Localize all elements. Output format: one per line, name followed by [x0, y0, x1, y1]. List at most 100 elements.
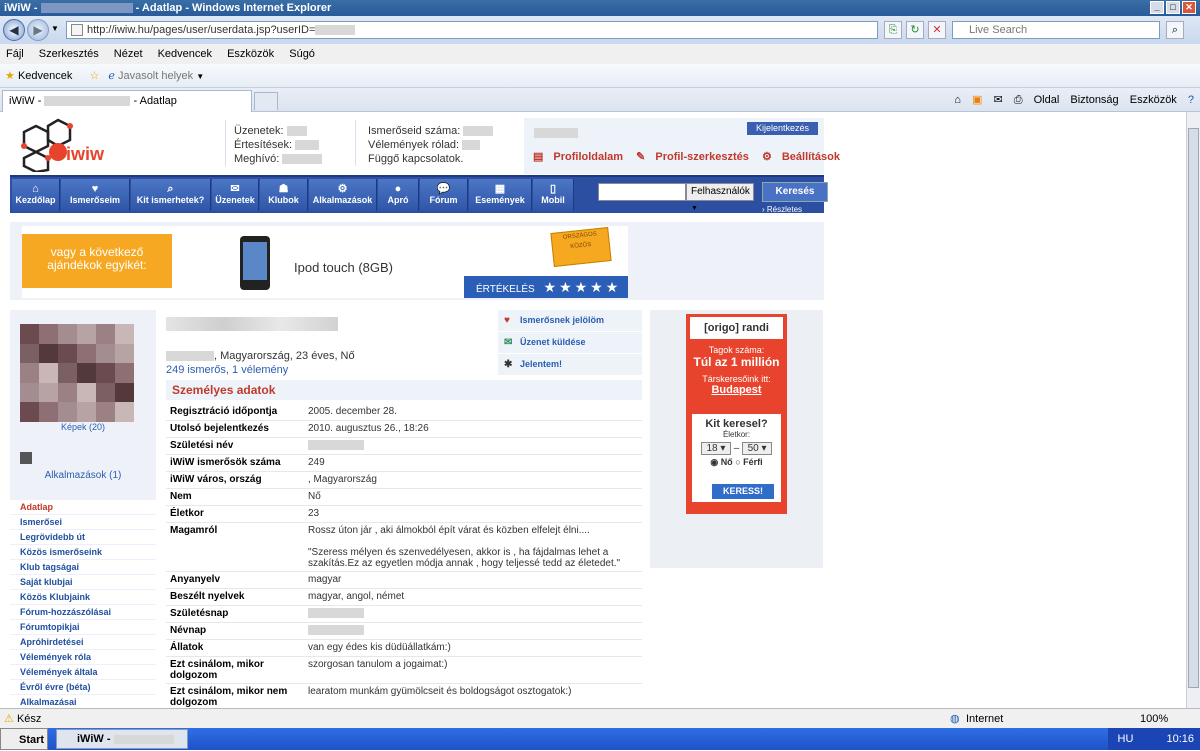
- search-input[interactable]: Live Search: [952, 21, 1160, 39]
- side-menu-item[interactable]: Évről évre (béta): [10, 680, 156, 695]
- side-menu-item[interactable]: Legrövidebb út: [10, 530, 156, 545]
- history-dropdown-icon[interactable]: ▼: [51, 24, 59, 33]
- side-menu-item[interactable]: Fórumtopikjai: [10, 620, 156, 635]
- side-menu-item[interactable]: Saját klubjai: [10, 575, 156, 590]
- side-menu-item[interactable]: Vélemények általa: [10, 665, 156, 680]
- minimize-button[interactable]: _: [1150, 1, 1164, 14]
- tab-adatlap[interactable]: iWiW - - Adatlap: [2, 90, 252, 112]
- nav-apps[interactable]: ⚙ Alkalmazások: [309, 179, 377, 211]
- pending-link[interactable]: Függő kapcsolatok.: [368, 153, 463, 165]
- menu-help[interactable]: Súgó: [289, 48, 315, 60]
- nav-forum[interactable]: 💬 Fórum: [420, 179, 468, 211]
- zoom-level[interactable]: 100%: [1140, 709, 1168, 729]
- security-menu[interactable]: Biztonság: [1070, 94, 1118, 106]
- suggested-sites-button[interactable]: Javasolt helyek: [118, 70, 193, 82]
- nav-home[interactable]: ⌂ Kezdőlap: [12, 179, 60, 211]
- home-icon[interactable]: ⌂: [954, 94, 961, 106]
- nav-classifieds[interactable]: ● Apró: [378, 179, 419, 211]
- ad-age-to-select[interactable]: 50 ▾: [742, 442, 773, 455]
- nav-search-button[interactable]: Keresés: [762, 182, 828, 202]
- menu-favorites[interactable]: Kedvencek: [158, 48, 212, 60]
- page-menu[interactable]: Oldal: [1034, 94, 1060, 106]
- profile-stats-link[interactable]: 249 ismerős, 1 vélemény: [166, 364, 288, 376]
- side-menu-item[interactable]: Ismerősei: [10, 515, 156, 530]
- ad-male-radio[interactable]: ○: [735, 457, 740, 467]
- new-tab-button[interactable]: [254, 92, 278, 110]
- advanced-search-link[interactable]: › Részletes keresés: [762, 205, 824, 223]
- data-row-value: magyar: [308, 574, 342, 585]
- taskbar-item-iwiw[interactable]: iWiW -: [56, 729, 188, 749]
- side-menu-item[interactable]: Adatlap: [10, 500, 156, 515]
- side-menu-item[interactable]: Fórum-hozzászólásai: [10, 605, 156, 620]
- add-friend-button[interactable]: ♥ Ismerősnek jelölöm: [498, 310, 642, 331]
- iwiw-logo[interactable]: iwiw: [14, 118, 114, 172]
- ad-female-radio[interactable]: ◉: [710, 457, 718, 467]
- side-menu-item[interactable]: Klub tagságai: [10, 560, 156, 575]
- side-menu-item[interactable]: Közös ismerőseink: [10, 545, 156, 560]
- avatar-pixel: [115, 343, 134, 364]
- scrollbar-thumb[interactable]: [1188, 128, 1199, 688]
- tools-menu[interactable]: Eszközök: [1130, 94, 1177, 106]
- print-icon[interactable]: ⎙: [1014, 94, 1023, 106]
- start-button[interactable]: Start: [0, 728, 48, 750]
- header-divider: [355, 120, 356, 166]
- nav-mobile[interactable]: ▯ Mobil: [533, 179, 574, 211]
- menu-tools[interactable]: Eszközök: [227, 48, 274, 60]
- data-row: Nem Nő: [166, 489, 642, 506]
- avatar[interactable]: [20, 324, 134, 422]
- avatar-pixel: [115, 363, 134, 383]
- ad-age-from-select[interactable]: 18 ▾: [700, 442, 731, 455]
- profile-edit-link[interactable]: Profil-szerkesztés: [655, 151, 749, 163]
- ad-city-link[interactable]: Budapest: [686, 384, 787, 396]
- ad-search-button[interactable]: KERESS!: [712, 484, 774, 499]
- help-icon[interactable]: ?: [1188, 94, 1194, 106]
- stop-icon[interactable]: ✕: [928, 21, 946, 39]
- mail-icon[interactable]: ✉: [993, 94, 1002, 106]
- forward-button[interactable]: ▶: [27, 19, 49, 41]
- logout-button[interactable]: Kijelentkezés: [747, 122, 818, 135]
- rss-icon[interactable]: ▣: [972, 94, 982, 106]
- compat-view-icon[interactable]: ⎘: [884, 21, 902, 39]
- apps-link[interactable]: Alkalmazások (1): [10, 470, 156, 481]
- menu-edit[interactable]: Szerkesztés: [39, 48, 99, 60]
- side-menu-item[interactable]: Alkalmazásai: [10, 695, 156, 708]
- refresh-icon[interactable]: ↻: [906, 21, 924, 39]
- messages-link[interactable]: Üzenetek:: [234, 125, 284, 137]
- menu-file[interactable]: Fájl: [6, 48, 24, 60]
- profile-link[interactable]: Profiloldalam: [553, 151, 623, 163]
- invites-link[interactable]: Meghívó:: [234, 153, 279, 165]
- nav-events[interactable]: ▦ Események: [469, 179, 532, 211]
- report-button[interactable]: ✱ Jelentem!: [498, 354, 642, 375]
- nav-search-type-select[interactable]: Felhasználók ▼: [686, 183, 754, 212]
- search-icon[interactable]: ⌕: [1166, 21, 1184, 39]
- page-scrollbar[interactable]: [1186, 112, 1200, 708]
- rating-bar[interactable]: ÉRTÉKELÉS ★★★★★: [464, 276, 628, 298]
- language-indicator[interactable]: HU: [1118, 733, 1134, 745]
- nav-friends[interactable]: ♥ Ismerőseim: [61, 179, 130, 211]
- send-message-button[interactable]: ✉ Üzenet küldése: [498, 332, 642, 353]
- nav-suggestions[interactable]: ⌕ Kit ismerhetek?: [131, 179, 211, 211]
- opinions-link[interactable]: Vélemények rólad:: [368, 139, 459, 151]
- photos-link[interactable]: Képek (20): [10, 422, 156, 432]
- favorites-button[interactable]: Kedvencek: [18, 70, 72, 82]
- settings-icon: ⚙: [761, 151, 772, 163]
- settings-link[interactable]: Beállítások: [782, 151, 840, 163]
- nav-search-input[interactable]: [598, 183, 686, 201]
- menu-view[interactable]: Nézet: [114, 48, 143, 60]
- side-menu-item[interactable]: Vélemények róla: [10, 650, 156, 665]
- nav-messages[interactable]: ✉ Üzenetek: [212, 179, 259, 211]
- notifications-link[interactable]: Értesítések:: [234, 139, 292, 151]
- origo-randi-ad[interactable]: [origo] randi Tagok száma: Túl az 1 mill…: [686, 314, 787, 514]
- close-button[interactable]: ✕: [1182, 1, 1196, 14]
- add-favorite-icon[interactable]: ☆: [89, 70, 99, 82]
- address-input[interactable]: http://iwiw.hu/pages/user/userdata.jsp?u…: [66, 21, 878, 39]
- maximize-button[interactable]: □: [1166, 1, 1180, 14]
- rating-stars-icon[interactable]: ★★★★★: [544, 279, 622, 295]
- nav-clubs[interactable]: ☗ Klubok: [260, 179, 308, 211]
- back-button[interactable]: ◀: [3, 19, 25, 41]
- side-menu-item[interactable]: Apróhirdetései: [10, 635, 156, 650]
- data-row-label: Ezt csinálom, mikor dolgozom: [170, 659, 264, 681]
- avatar-pixel: [96, 324, 115, 344]
- side-menu-item[interactable]: Közös Klubjaink: [10, 590, 156, 605]
- acquaintances-link[interactable]: Ismerőseid száma:: [368, 125, 460, 137]
